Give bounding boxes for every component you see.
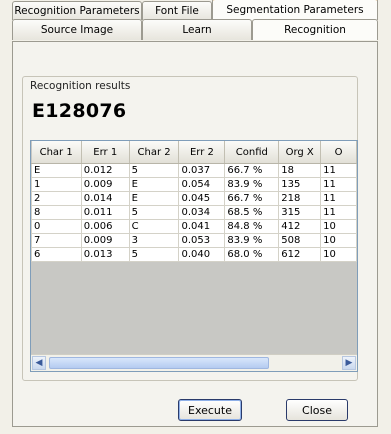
table-cell: 11 <box>320 177 357 192</box>
table-cell: 0.054 <box>178 177 226 192</box>
column-header-char1[interactable]: Char 1 <box>31 141 82 164</box>
tab-row-top: Recognition Parameters Font File Segment… <box>12 0 378 20</box>
table-cell: 0.014 <box>80 191 130 206</box>
table-cell: E <box>128 177 180 192</box>
table-cell: 18 <box>278 163 322 178</box>
table-cell: 412 <box>278 219 322 234</box>
table-cell: 84.8 % <box>224 219 280 234</box>
table-cell: 10 <box>320 219 357 234</box>
table-cell: 218 <box>278 191 322 206</box>
table-cell: 0.011 <box>80 205 130 220</box>
table-cell: 0.013 <box>80 247 130 262</box>
table-cell: 68.0 % <box>224 247 280 262</box>
table-cell: C <box>128 219 180 234</box>
recognition-result-value: E128076 <box>32 100 127 122</box>
scroll-left-arrow-icon[interactable]: ◀ <box>32 356 46 370</box>
column-header-org-x[interactable]: Org X <box>278 141 322 164</box>
table-cell: 0 <box>31 219 82 234</box>
table-cell: 11 <box>320 205 357 220</box>
horizontal-scrollbar[interactable]: ◀ ▶ <box>31 354 357 371</box>
table-cell: 11 <box>320 163 357 178</box>
results-table: Char 1 Err 1 Char 2 Err 2 Confid Org X O… <box>31 141 357 262</box>
table-row[interactable]: 7 0.009 3 0.053 83.9 % 508 10 <box>31 233 357 248</box>
table-cell: 68.5 % <box>224 205 280 220</box>
scroll-right-arrow-icon[interactable]: ▶ <box>342 356 356 370</box>
table-cell: 0.040 <box>178 247 226 262</box>
table-row[interactable]: 1 0.009 E 0.054 83.9 % 135 11 <box>31 177 357 192</box>
tab-recognition-parameters[interactable]: Recognition Parameters <box>12 1 142 20</box>
table-cell: 612 <box>278 247 322 262</box>
table-cell: 66.7 % <box>224 191 280 206</box>
table-cell: 5 <box>128 205 180 220</box>
table-cell: 83.9 % <box>224 233 280 248</box>
table-cell: 5 <box>128 163 180 178</box>
table-cell: 0.053 <box>178 233 226 248</box>
column-header-err1[interactable]: Err 1 <box>81 141 130 164</box>
table-cell: 0.045 <box>178 191 226 206</box>
table-cell: 5 <box>128 247 180 262</box>
table-cell: 0.006 <box>80 219 130 234</box>
tab-recognition[interactable]: Recognition <box>252 19 378 40</box>
column-header-confid[interactable]: Confid <box>224 141 280 164</box>
table-cell: 0.009 <box>80 233 130 248</box>
table-cell: 508 <box>278 233 322 248</box>
results-grid[interactable]: Char 1 Err 1 Char 2 Err 2 Confid Org X O… <box>30 140 358 372</box>
table-row[interactable]: 8 0.011 5 0.034 68.5 % 315 11 <box>31 205 357 220</box>
table-cell: 10 <box>320 233 357 248</box>
table-cell: 7 <box>31 233 82 248</box>
table-cell: 10 <box>320 247 357 262</box>
table-header-row: Char 1 Err 1 Char 2 Err 2 Confid Org X O <box>31 141 357 164</box>
column-header-o[interactable]: O <box>320 141 357 164</box>
column-header-char2[interactable]: Char 2 <box>129 141 180 164</box>
close-button[interactable]: Close <box>286 399 348 421</box>
table-cell: 315 <box>278 205 322 220</box>
table-row[interactable]: E 0.012 5 0.037 66.7 % 18 11 <box>31 163 357 178</box>
table-cell: 3 <box>128 233 180 248</box>
table-cell: 0.009 <box>80 177 130 192</box>
table-cell: E <box>31 163 82 178</box>
table-row[interactable]: 6 0.013 5 0.040 68.0 % 612 10 <box>31 247 357 262</box>
table-row[interactable]: 0 0.006 C 0.041 84.8 % 412 10 <box>31 219 357 234</box>
table-cell: 1 <box>31 177 82 192</box>
scrollbar-thumb[interactable] <box>49 357 269 369</box>
table-cell: 6 <box>31 247 82 262</box>
table-cell: 0.041 <box>178 219 226 234</box>
table-row[interactable]: 2 0.014 E 0.045 66.7 % 218 11 <box>31 191 357 206</box>
table-cell: 11 <box>320 191 357 206</box>
tab-segmentation-parameters[interactable]: Segmentation Parameters <box>212 0 378 20</box>
tab-source-image[interactable]: Source Image <box>12 19 142 40</box>
table-cell: E <box>128 191 180 206</box>
table-cell: 83.9 % <box>224 177 280 192</box>
tab-font-file[interactable]: Font File <box>142 1 212 20</box>
table-cell: 66.7 % <box>224 163 280 178</box>
tab-learn[interactable]: Learn <box>142 19 252 40</box>
tab-row-bottom: Source Image Learn Recognition <box>12 19 378 40</box>
table-cell: 0.034 <box>178 205 226 220</box>
table-cell: 135 <box>278 177 322 192</box>
table-cell: 8 <box>31 205 82 220</box>
recognition-results-label: Recognition results <box>30 80 131 92</box>
table-cell: 2 <box>31 191 82 206</box>
table-cell: 0.037 <box>178 163 226 178</box>
execute-button[interactable]: Execute <box>178 399 242 421</box>
column-header-err2[interactable]: Err 2 <box>178 141 226 164</box>
table-cell: 0.012 <box>80 163 130 178</box>
